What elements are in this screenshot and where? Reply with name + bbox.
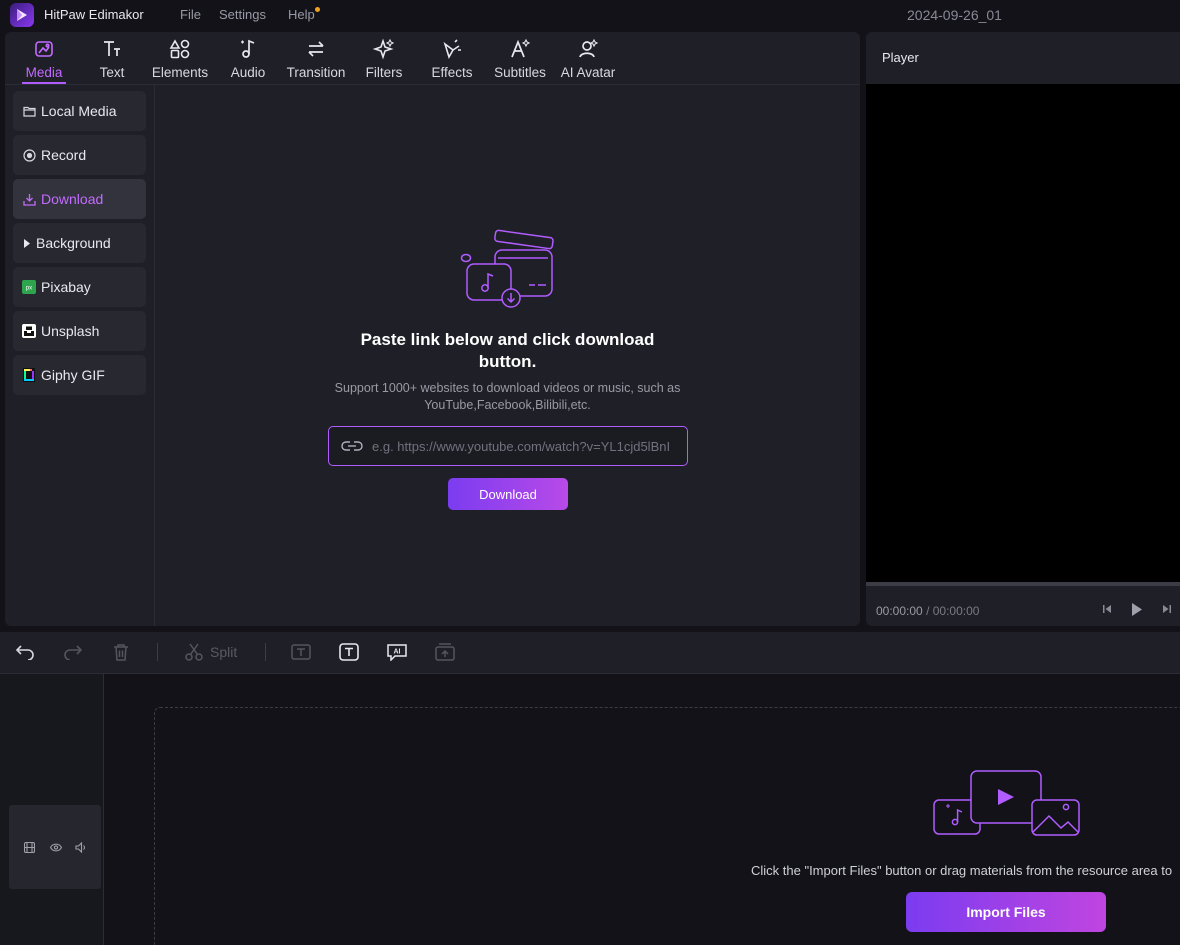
play-icon[interactable] [1130,601,1144,617]
app-name: HitPaw Edimakor [44,7,144,22]
tab-effects[interactable]: Effects [416,38,488,84]
tab-media[interactable]: Media [8,38,80,84]
delete-icon[interactable] [110,641,132,663]
link-input-box[interactable] [328,426,688,466]
redo-icon[interactable] [62,641,84,663]
tab-label: Filters [365,65,403,80]
import-hint-text: Click the "Import Files" button or drag … [751,863,1173,878]
tab-subtitles[interactable]: Subtitles [484,38,556,84]
audio-icon [241,39,255,58]
menu-settings[interactable]: Settings [219,7,266,22]
folder-icon [22,104,36,118]
svg-text:AI: AI [394,649,401,656]
toolbar-separator [265,643,266,661]
download-heading: Paste link below and click download butt… [360,330,655,371]
timeline-toolbar [0,632,1180,674]
help-notification-dot [315,7,320,12]
sidebar-item-unsplash[interactable]: Unsplash [13,311,146,351]
download-subtext: Support 1000+ websites to download video… [334,381,681,412]
tab-label: Elements [151,65,209,80]
tab-elements[interactable]: Elements [144,38,216,84]
tab-filters[interactable]: Filters [348,38,420,84]
tab-transition[interactable]: Transition [280,38,352,84]
text-icon [104,41,120,56]
elements-icon [169,39,190,59]
previous-frame-icon[interactable] [1100,601,1114,617]
record-icon [22,148,36,162]
menu-help[interactable]: Help [288,7,315,22]
player-timecode: 00:00:00 / 00:00:00 [876,604,979,618]
sidebar-item-pixabay[interactable]: px Pixabay [13,267,146,307]
sidebar-item-giphy-gif[interactable]: Giphy GIF [13,355,146,395]
filters-icon [373,38,395,60]
svg-text:px: px [26,286,32,292]
add-text-icon[interactable] [338,641,360,663]
active-tab-indicator [22,82,66,84]
eye-icon[interactable] [50,841,62,853]
download-button[interactable]: Download [448,478,568,510]
feature-tab-bar: Media Text Elements Audio Transition Fil… [5,32,860,85]
player-preview [866,84,1180,582]
player-progress-bar[interactable] [866,582,1180,586]
ai-subtitle-icon[interactable]: AI [386,641,408,663]
toolbar-separator [157,643,158,661]
tab-label: AI Avatar [560,65,616,80]
giphy-icon [22,368,36,382]
import-media-illustration-icon [933,770,1080,836]
download-icon [22,192,36,206]
current-time: 00:00:00 [876,604,923,618]
export-clip-icon[interactable] [434,641,456,663]
unsplash-icon [22,324,36,338]
tab-label: Subtitles [494,65,546,80]
title-bar [0,0,1180,30]
undo-icon[interactable] [14,641,36,663]
split-icon[interactable] [183,641,205,663]
link-input[interactable] [372,438,682,454]
tab-audio[interactable]: Audio [212,38,284,84]
sidebar-item-label: Unsplash [41,323,100,339]
link-icon [341,439,363,453]
tab-label: Audio [230,65,266,80]
tab-label: Effects [431,65,473,80]
tab-label: Media [25,65,63,80]
sidebar-item-label: Record [41,147,87,163]
app-logo-icon [10,3,34,27]
sidebar-item-record[interactable]: Record [13,135,146,175]
sidebar-item-background[interactable]: Background [13,223,146,263]
sidebar-item-local-media[interactable]: Local Media [13,91,146,131]
sidebar-item-label: Giphy GIF [41,367,105,383]
tab-text[interactable]: Text [76,38,148,84]
media-icon [35,41,53,57]
ai-avatar-icon [579,38,599,58]
sidebar-item-label: Pixabay [41,279,91,295]
project-title: 2024-09-26_01 [907,7,1002,23]
download-illustration-icon [460,229,554,308]
total-time: 00:00:00 [932,604,980,618]
text-template-icon[interactable] [290,641,312,663]
transition-icon [308,41,324,57]
tab-label: Transition [286,65,346,80]
pixabay-icon: px [22,280,36,294]
subtitles-icon [511,38,531,58]
sidebar-item-label: Local Media [41,103,117,119]
player-title: Player [882,50,919,65]
import-files-button[interactable]: Import Files [906,892,1106,932]
sidebar-item-label: Background [36,235,111,251]
sidebar-item-label: Download [41,191,104,207]
volume-icon[interactable] [75,841,87,853]
next-frame-icon[interactable] [1160,601,1174,617]
sidebar-item-download[interactable]: Download [13,179,146,219]
effects-icon [443,39,461,60]
menu-file[interactable]: File [180,7,201,22]
time-separator: / [926,604,930,618]
tab-label: Text [99,65,125,80]
tab-ai-avatar[interactable]: AI Avatar [552,38,624,84]
split-label[interactable]: Split [210,644,237,660]
film-track-icon[interactable] [23,841,35,853]
caret-right-icon [22,236,32,250]
